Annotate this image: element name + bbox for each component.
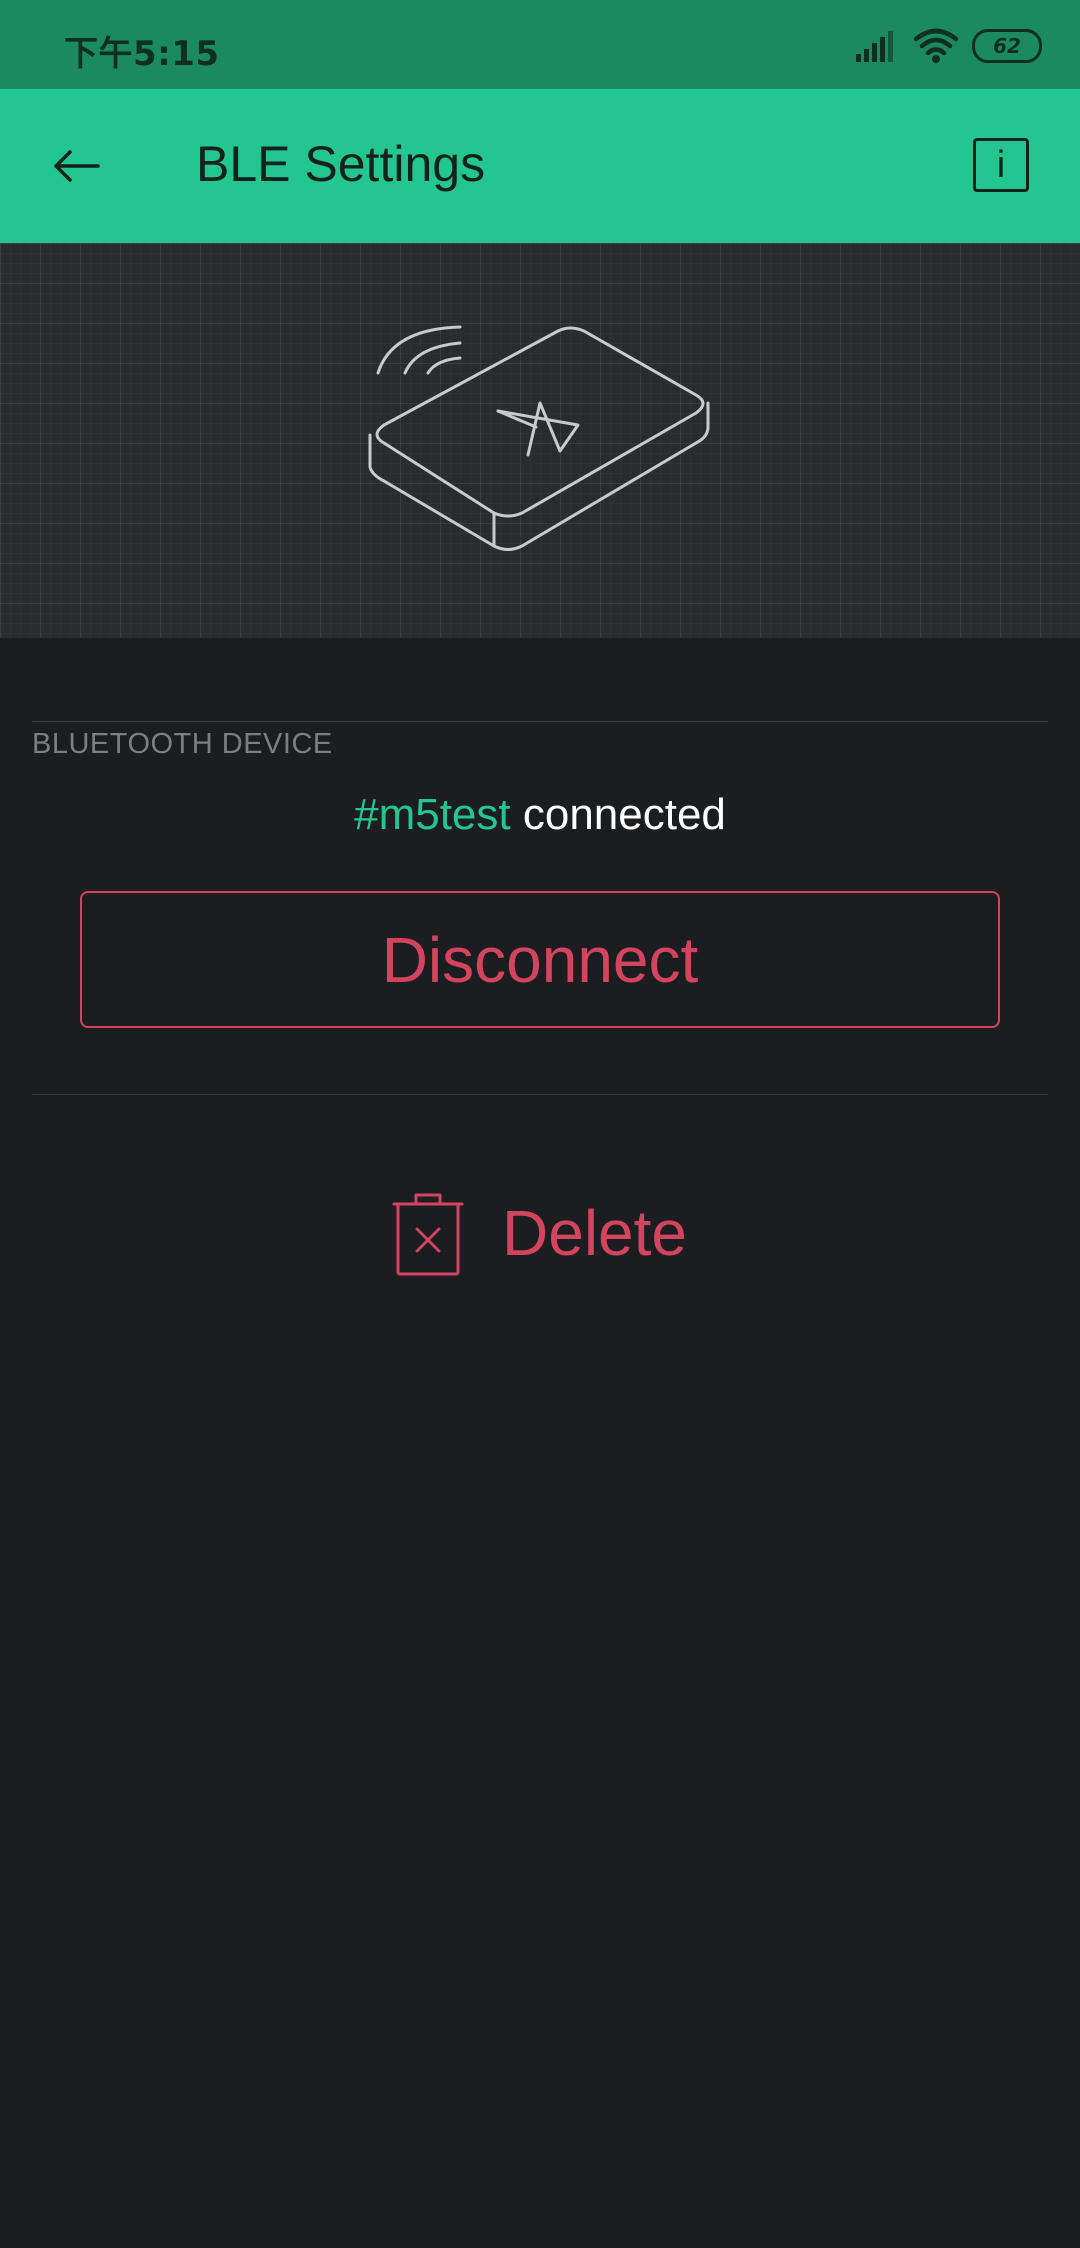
signal-arc-inner: [426, 356, 462, 375]
device-status: #m5test connected: [0, 790, 1080, 840]
device-name: #m5test: [354, 790, 511, 839]
page-title: BLE Settings: [196, 136, 486, 192]
signal-arc-outer: [376, 325, 462, 375]
connection-status: connected: [522, 790, 726, 839]
hero-banner: [0, 243, 1080, 638]
info-icon: i: [996, 143, 1006, 186]
device-side-face: [368, 401, 710, 551]
info-button[interactable]: i: [973, 138, 1029, 192]
signal-bars-icon: [856, 31, 893, 62]
app-bar: BLE Settings i: [0, 89, 1080, 243]
arrow-left-icon: [54, 150, 100, 182]
back-button[interactable]: [44, 134, 108, 198]
disconnect-button[interactable]: Disconnect: [80, 891, 1000, 1028]
divider: [32, 1094, 1048, 1095]
battery-icon: 62: [972, 29, 1042, 63]
trash-icon: [392, 1193, 464, 1276]
device-top-face: [375, 326, 705, 518]
bluetooth-icon: [496, 401, 580, 457]
status-time: 下午5:15: [64, 34, 220, 74]
disconnect-label: Disconnect: [381, 923, 699, 996]
wifi-icon: [913, 28, 959, 63]
section-label: BLUETOOTH DEVICE: [32, 728, 333, 760]
bluetooth-device-illustration: [368, 325, 710, 551]
status-bar: 下午5:15 62: [0, 0, 1080, 89]
battery-level: 62: [993, 34, 1021, 58]
divider: [32, 721, 1048, 722]
delete-label: Delete: [502, 1197, 687, 1269]
status-icons: 62: [854, 26, 1042, 66]
delete-button[interactable]: Delete: [390, 1188, 687, 1278]
